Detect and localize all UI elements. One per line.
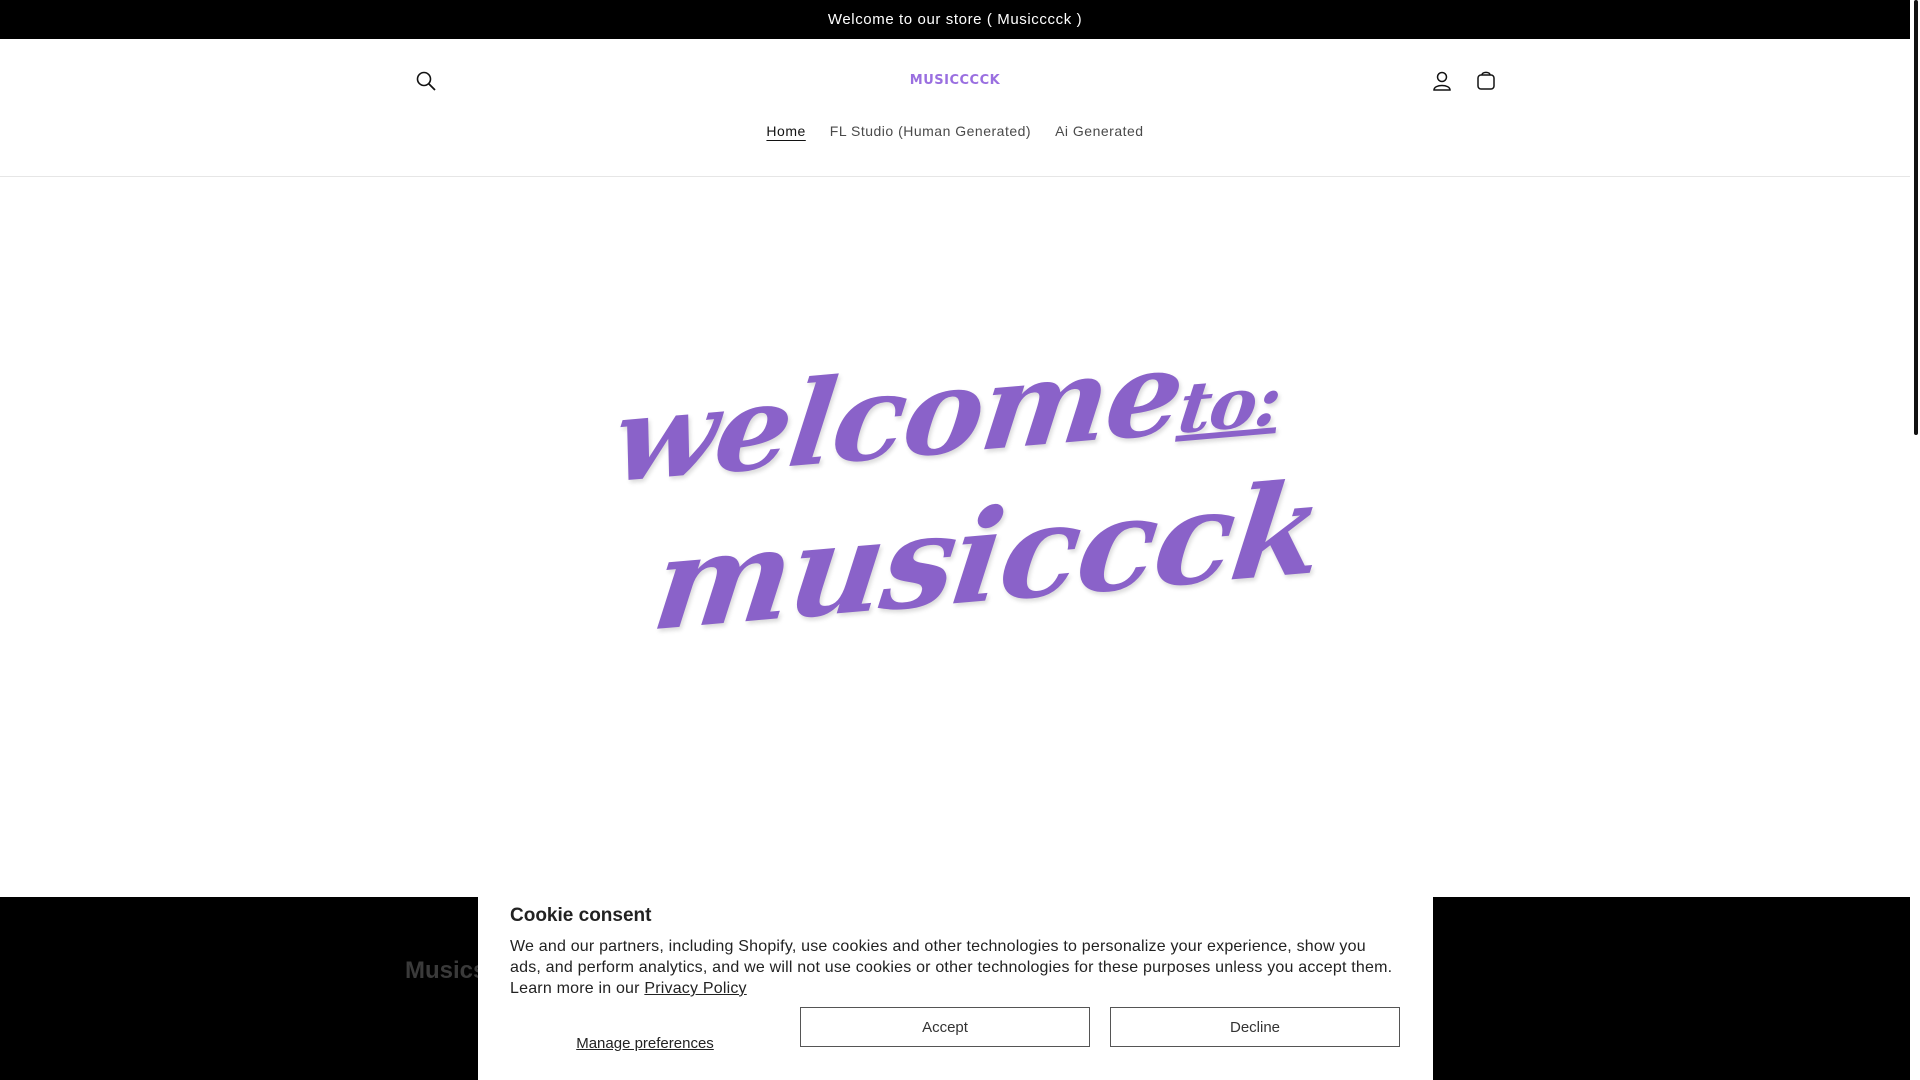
hero-to-word: to:: [1174, 358, 1285, 450]
decline-button[interactable]: Decline: [1110, 1007, 1400, 1047]
cookie-consent-banner: Cookie consent We and our partners, incl…: [478, 895, 1433, 1080]
page-scrollbar[interactable]: [1910, 0, 1920, 1080]
cookie-body-text: We and our partners, including Shopify, …: [510, 938, 1393, 997]
nav-item-fl-studio[interactable]: FL Studio (Human Generated): [830, 123, 1031, 151]
cart-icon: [1477, 71, 1495, 90]
cart-button[interactable]: [1466, 61, 1506, 101]
announcement-text: Welcome to our store ( Musicccck ): [827, 11, 1083, 28]
nav-item-ai-generated[interactable]: Ai Generated: [1055, 123, 1144, 151]
hero-welcome-image: welcometo: musiccck: [600, 322, 1330, 662]
announcement-bar: Welcome to our store ( Musicccck ): [0, 0, 1910, 39]
manage-preferences-link[interactable]: Manage preferences: [510, 1022, 780, 1064]
store-logo[interactable]: MUSICCCCK: [900, 69, 1010, 91]
accept-button[interactable]: Accept: [800, 1007, 1090, 1047]
account-button[interactable]: [1422, 61, 1462, 101]
privacy-policy-link[interactable]: Privacy Policy: [644, 980, 746, 997]
footer-heading: Musics: [405, 957, 487, 984]
search-icon: [416, 71, 436, 91]
hero-banner: welcometo: musiccck: [0, 177, 1910, 897]
cookie-title: Cookie consent: [510, 905, 652, 926]
search-button[interactable]: [406, 61, 446, 101]
site-header: MUSICCCCK Home FL Studio (Human Generate…: [0, 39, 1910, 177]
nav-item-home[interactable]: Home: [766, 123, 805, 151]
account-icon: [1433, 71, 1451, 91]
logo-text: MUSICCCCK: [909, 72, 1001, 88]
main-nav: Home FL Studio (Human Generated) Ai Gene…: [0, 123, 1910, 151]
scrollbar-thumb[interactable]: [1914, 0, 1918, 435]
cookie-description: We and our partners, including Shopify, …: [510, 936, 1400, 999]
